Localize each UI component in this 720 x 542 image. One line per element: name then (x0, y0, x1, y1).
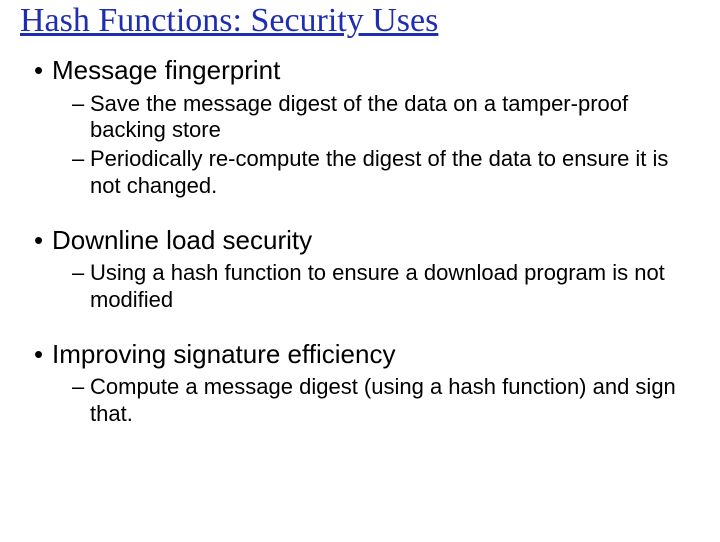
sub-list: Compute a message digest (using a hash f… (52, 374, 700, 428)
list-item: Periodically re-compute the digest of th… (72, 146, 700, 200)
bullet-text: Improving signature efficiency (52, 339, 395, 369)
list-item: Save the message digest of the data on a… (72, 91, 700, 145)
bullet-text: Message fingerprint (52, 55, 280, 85)
list-item: Downline load security Using a hash func… (34, 224, 700, 314)
list-item: Compute a message digest (using a hash f… (72, 374, 700, 428)
sub-list: Using a hash function to ensure a downlo… (52, 260, 700, 314)
bullet-list: Message fingerprint Save the message dig… (20, 54, 700, 428)
slide-title: Hash Functions: Security Uses (20, 2, 700, 40)
list-item: Improving signature efficiency Compute a… (34, 338, 700, 428)
bullet-text: Downline load security (52, 225, 312, 255)
sub-bullet-text: Compute a message digest (using a hash f… (90, 374, 676, 426)
sub-list: Save the message digest of the data on a… (52, 91, 700, 200)
sub-bullet-text: Using a hash function to ensure a downlo… (90, 260, 665, 312)
slide: Hash Functions: Security Uses Message fi… (0, 2, 720, 542)
sub-bullet-text: Save the message digest of the data on a… (90, 91, 628, 143)
sub-bullet-text: Periodically re-compute the digest of th… (90, 146, 668, 198)
list-item: Using a hash function to ensure a downlo… (72, 260, 700, 314)
list-item: Message fingerprint Save the message dig… (34, 54, 700, 200)
